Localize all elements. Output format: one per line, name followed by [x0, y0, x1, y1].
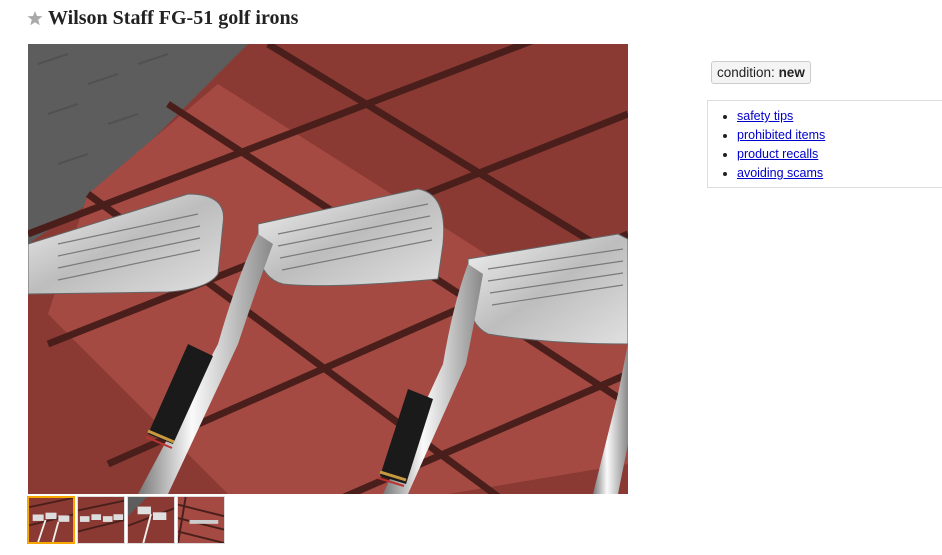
condition-value: new: [778, 65, 805, 80]
thumbnail-2[interactable]: [77, 496, 125, 544]
star-icon[interactable]: [27, 10, 43, 26]
list-item: safety tips: [737, 107, 942, 126]
safety-links-list: safety tips prohibited items product rec…: [708, 101, 942, 183]
avoiding-scams-link[interactable]: avoiding scams: [737, 166, 823, 180]
image-gallery: [28, 44, 628, 494]
thumbnail-3[interactable]: [127, 496, 175, 544]
thumbnail-strip: [27, 496, 227, 544]
product-recalls-link[interactable]: product recalls: [737, 147, 818, 161]
main-photo[interactable]: [28, 44, 628, 494]
condition-attribute: condition: new: [711, 61, 811, 84]
list-item: avoiding scams: [737, 164, 942, 183]
thumbnail-4[interactable]: [177, 496, 225, 544]
condition-label: condition:: [717, 65, 775, 80]
list-item: prohibited items: [737, 126, 942, 145]
post-title-row: Wilson Staff FG-51 golf irons: [27, 5, 298, 31]
safety-tips-link[interactable]: safety tips: [737, 109, 793, 123]
safety-links-panel: safety tips prohibited items product rec…: [707, 100, 942, 188]
prohibited-items-link[interactable]: prohibited items: [737, 128, 825, 142]
list-item: product recalls: [737, 145, 942, 164]
thumbnail-1[interactable]: [27, 496, 75, 544]
page-title: Wilson Staff FG-51 golf irons: [48, 7, 299, 29]
